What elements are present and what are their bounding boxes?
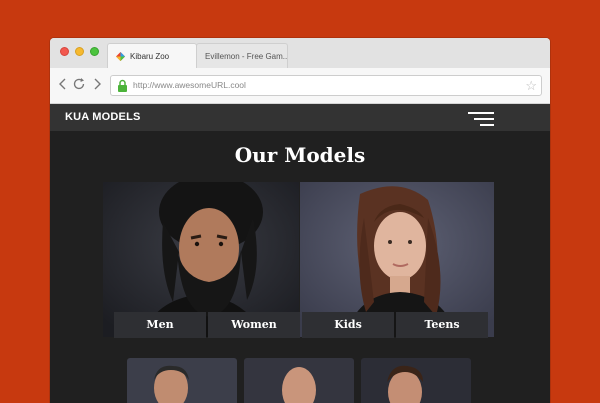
site-navbar: KUA MODELS bbox=[50, 104, 550, 131]
tab-bar: Kibaru Zoo Evillemon - Free Gam... bbox=[50, 38, 550, 68]
tab-label: Kibaru Zoo bbox=[130, 52, 170, 61]
page-title: Our Models bbox=[234, 143, 366, 167]
category-kids-button[interactable]: Kids bbox=[302, 312, 394, 338]
tab-kibaru-zoo[interactable]: Kibaru Zoo bbox=[107, 43, 197, 68]
browser-toolbar: http://www.awesomeURL.cool ☆ bbox=[50, 68, 550, 104]
tab-label: Evillemon - Free Gam... bbox=[205, 52, 288, 61]
tab-evillemon[interactable]: Evillemon - Free Gam... bbox=[196, 43, 288, 68]
reload-icon[interactable] bbox=[72, 77, 86, 91]
model-thumbnail[interactable] bbox=[361, 358, 471, 403]
category-teens-button[interactable]: Teens bbox=[396, 312, 488, 338]
site-logo[interactable]: KUA MODELS bbox=[65, 111, 141, 123]
favicon-icon bbox=[116, 52, 125, 61]
browser-window: Kibaru Zoo Evillemon - Free Gam... http:… bbox=[50, 38, 550, 403]
category-men-button[interactable]: Men bbox=[114, 312, 206, 338]
lock-icon bbox=[118, 79, 127, 92]
webpage: KUA MODELS Our Models Men Women Kids Tee… bbox=[50, 104, 550, 403]
maximize-window-button[interactable] bbox=[90, 47, 99, 56]
hamburger-menu-icon[interactable] bbox=[468, 112, 494, 126]
url-text: http://www.awesomeURL.cool bbox=[133, 80, 246, 90]
model-thumbnail[interactable] bbox=[127, 358, 237, 403]
forward-arrow-icon[interactable] bbox=[90, 77, 104, 91]
close-window-button[interactable] bbox=[60, 47, 69, 56]
back-arrow-icon[interactable] bbox=[56, 77, 70, 91]
bookmark-star-icon[interactable]: ☆ bbox=[525, 76, 537, 95]
minimize-window-button[interactable] bbox=[75, 47, 84, 56]
category-women-button[interactable]: Women bbox=[208, 312, 300, 338]
model-thumbnail[interactable] bbox=[244, 358, 354, 403]
address-bar[interactable]: http://www.awesomeURL.cool ☆ bbox=[110, 75, 542, 96]
